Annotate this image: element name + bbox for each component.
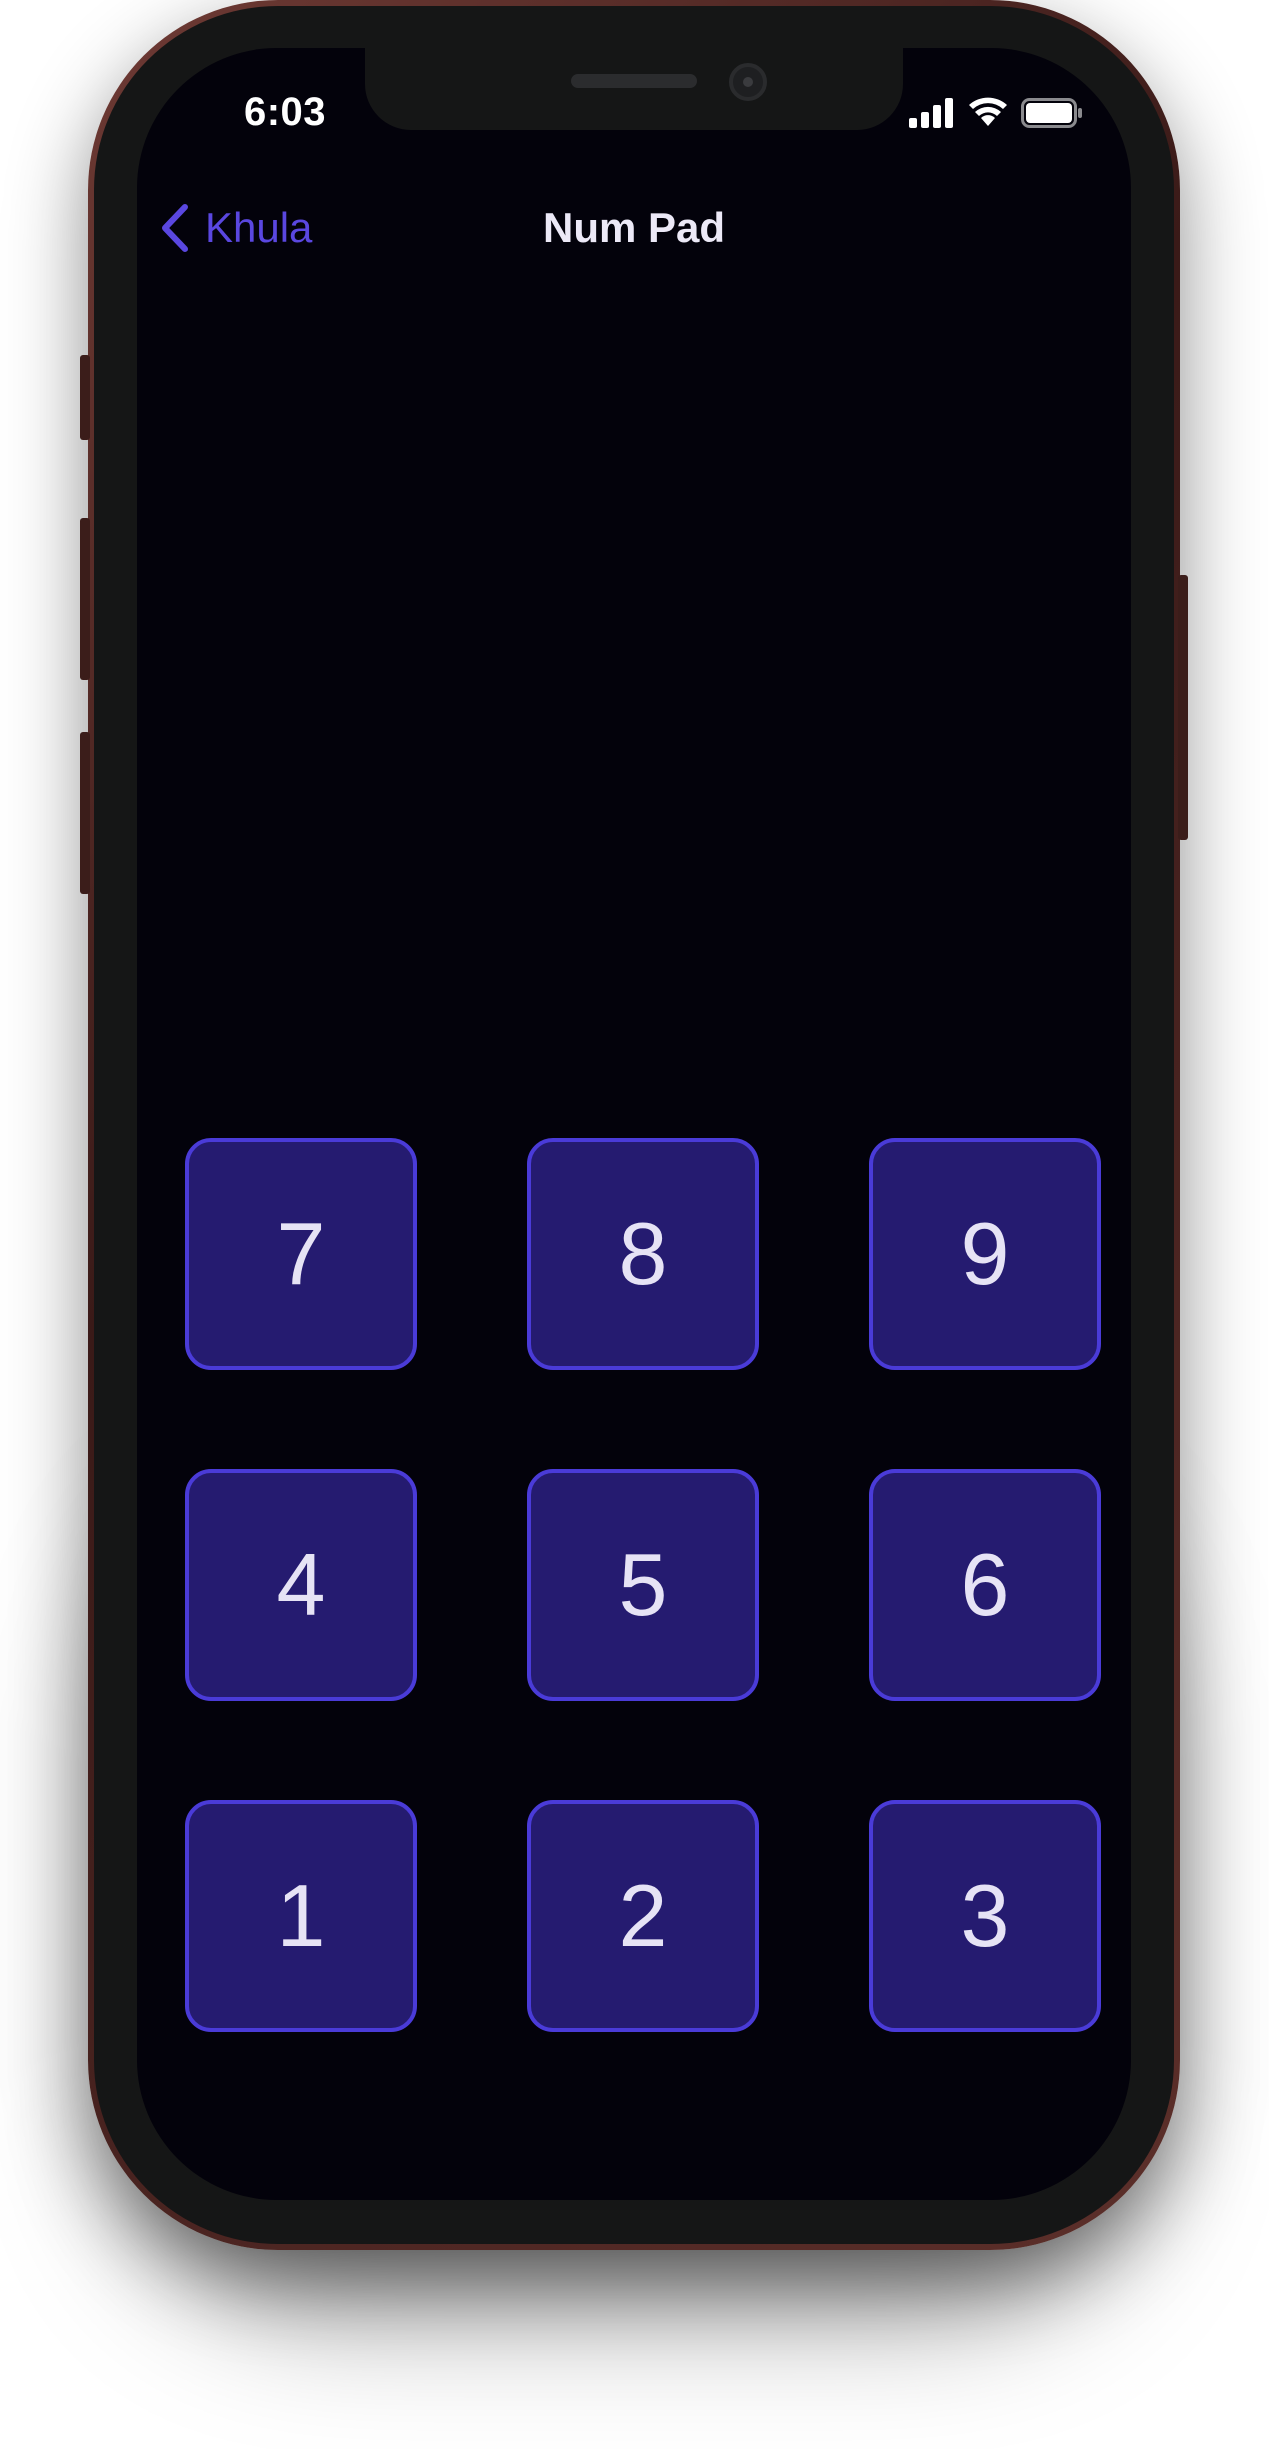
key-label: 2 (618, 1866, 668, 1965)
key-3[interactable]: 3 (869, 1800, 1101, 2032)
key-label: 5 (618, 1535, 668, 1634)
num-pad: 7 8 9 4 5 6 1 2 3 (185, 1138, 1102, 2032)
wifi-icon (969, 97, 1007, 126)
key-label: 6 (960, 1535, 1010, 1634)
app-screen: 6:03 Khula Num Pad 7 8 9 4 5 6 1 2 3 (137, 48, 1131, 2200)
key-7[interactable]: 7 (185, 1138, 417, 1370)
key-label: 3 (960, 1866, 1010, 1965)
key-4[interactable]: 4 (185, 1469, 417, 1701)
power-button (1178, 575, 1188, 840)
mute-switch (80, 355, 90, 440)
device-mockup: 6:03 Khula Num Pad 7 8 9 4 5 6 1 2 3 (0, 0, 1269, 2449)
volume-up-button (80, 518, 90, 680)
status-time: 6:03 (243, 90, 327, 134)
front-camera (729, 63, 767, 101)
key-label: 8 (618, 1204, 668, 1303)
key-5[interactable]: 5 (527, 1469, 759, 1701)
key-label: 1 (276, 1866, 326, 1965)
key-9[interactable]: 9 (869, 1138, 1101, 1370)
battery-icon (1021, 98, 1082, 128)
key-8[interactable]: 8 (527, 1138, 759, 1370)
key-label: 9 (960, 1204, 1010, 1303)
status-icons (909, 96, 1083, 128)
cellular-signal-icon (909, 98, 953, 128)
key-6[interactable]: 6 (869, 1469, 1101, 1701)
volume-down-button (80, 732, 90, 894)
key-1[interactable]: 1 (185, 1800, 417, 2032)
key-2[interactable]: 2 (527, 1800, 759, 2032)
key-label: 4 (276, 1535, 326, 1634)
notch (365, 48, 903, 130)
page-title: Num Pad (542, 204, 726, 251)
earpiece-speaker (571, 74, 697, 88)
key-label: 7 (276, 1204, 326, 1303)
